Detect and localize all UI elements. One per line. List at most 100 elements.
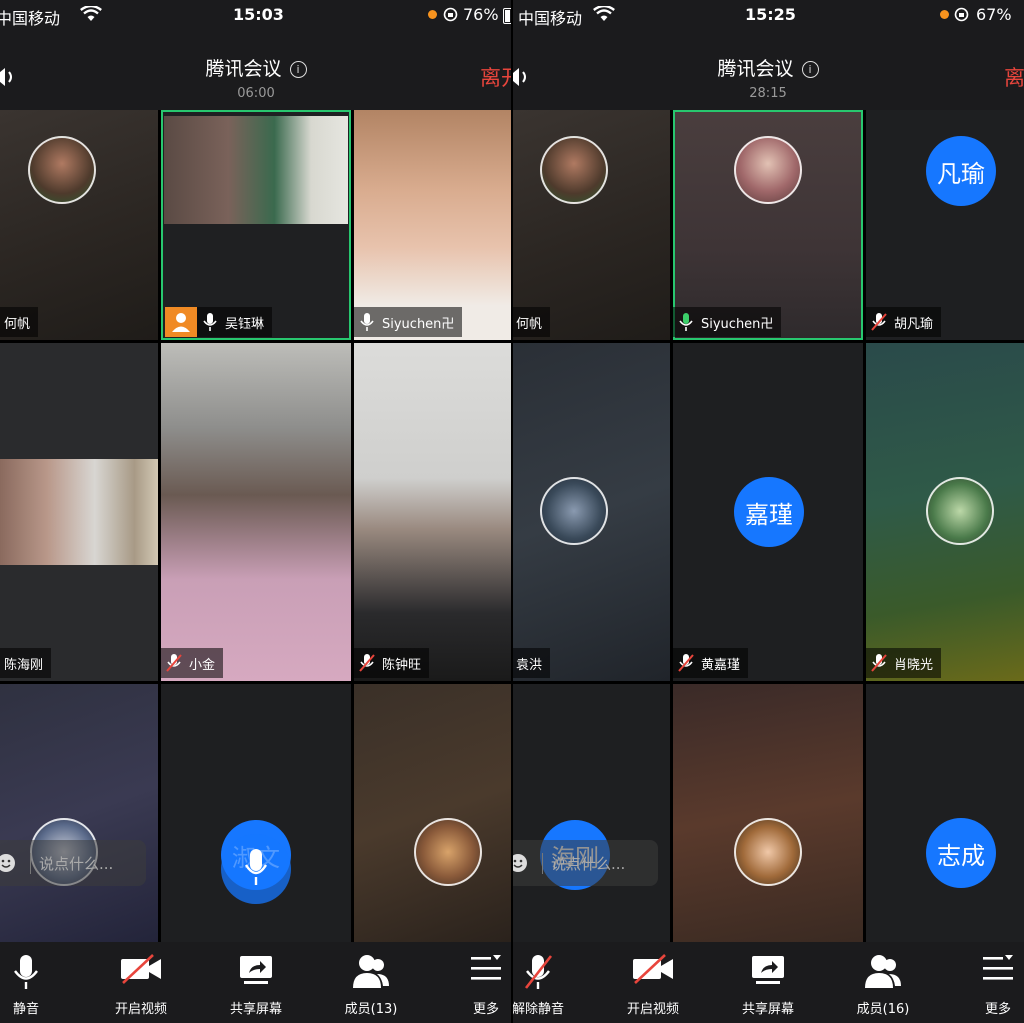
members-label: 成员(13) (344, 1002, 398, 1017)
participant-tile[interactable]: 凡瑜 胡凡瑜 (866, 110, 1024, 340)
share-screen-button[interactable]: 共享屏幕 (718, 942, 818, 1023)
participant-tile-active-speaker[interactable]: Siyuchen卍 (673, 110, 863, 340)
right-phone-screen: 中国移动 15:25 67% 腾讯会议 i 28:15 离开 何帆 (512, 0, 1024, 1023)
unmute-button[interactable]: 解除静音 (512, 942, 588, 1023)
participant-name: 陈钟旺 (382, 657, 422, 673)
participant-tile[interactable]: 陈钟旺 (354, 343, 512, 681)
participant-tile[interactable]: 海刚 (512, 684, 670, 942)
participant-name: 何帆 (516, 316, 543, 332)
more-button[interactable]: 更多 (436, 942, 512, 1023)
screenshot-divider (511, 0, 513, 1023)
participant-name-tag: 袁洪 (512, 648, 551, 678)
share-screen-button[interactable]: 共享屏幕 (206, 942, 306, 1023)
more-menu-icon (471, 955, 501, 980)
meeting-title: 腾讯会议 (717, 58, 794, 80)
more-button[interactable]: 更多 (948, 942, 1024, 1023)
meeting-title: 腾讯会议 (205, 58, 282, 80)
participant-tile[interactable]: 何帆 (512, 110, 670, 340)
video-feed (164, 116, 348, 224)
emoji-icon[interactable] (0, 853, 16, 873)
members-button[interactable]: 成员(16) (833, 942, 933, 1023)
mic-speaking-icon (679, 313, 693, 331)
start-video-button[interactable]: 开启视频 (603, 942, 703, 1023)
info-icon[interactable]: i (289, 61, 307, 78)
unmute-label: 解除静音 (512, 1002, 564, 1017)
participant-avatar (540, 477, 608, 545)
participant-text-avatar: 志成 (926, 818, 996, 888)
participant-name: 黄嘉瑾 (701, 657, 741, 673)
participant-name: 肖晓光 (894, 657, 934, 673)
participant-name-tag: 小金 (161, 648, 224, 678)
participant-tile[interactable]: 小金 (161, 343, 351, 681)
participant-tile[interactable]: 何帆 (0, 110, 158, 340)
participant-text-avatar: 嘉瑾 (734, 477, 804, 547)
rotation-lock-icon (954, 7, 969, 22)
participant-tile[interactable]: 嘉瑾 黄嘉瑾 (673, 343, 863, 681)
participant-name-tag: 陈钟旺 (354, 648, 430, 678)
participant-avatar (734, 818, 802, 886)
status-bar: 中国移动 15:03 76% (0, 0, 512, 32)
chat-placeholder: 说点什么... (542, 852, 625, 874)
participant-name-tag: 何帆 (0, 307, 39, 337)
mute-label: 静音 (12, 1002, 39, 1017)
more-label: 更多 (472, 1002, 499, 1017)
members-button[interactable]: 成员(13) (321, 942, 421, 1023)
participant-avatar (926, 477, 994, 545)
mute-button[interactable]: 静音 (0, 942, 76, 1023)
microphone-icon (14, 955, 38, 989)
host-badge-icon (165, 307, 197, 337)
participant-tile[interactable]: 陈海刚 (0, 343, 158, 681)
members-label: 成员(16) (856, 1002, 910, 1017)
participant-tile[interactable]: 肖晓光 (866, 343, 1024, 681)
video-grid: 何帆 吴钰琳 Siyuchen卍 陈海刚 小金 陈钟旺 说点什么... (0, 110, 512, 942)
floating-mic-button[interactable] (221, 834, 291, 904)
chat-placeholder: 说点什么... (30, 852, 113, 874)
participant-tile[interactable] (354, 684, 512, 942)
participant-tile[interactable]: 志成 (866, 684, 1024, 942)
participant-tile[interactable]: Siyuchen卍 (354, 110, 512, 340)
battery-percent: 67% (976, 5, 1012, 24)
video-feed (0, 459, 158, 565)
participant-name: Siyuchen卍 (701, 316, 774, 332)
participant-text-avatar: 凡瑜 (926, 136, 996, 206)
wifi-icon (593, 6, 615, 21)
left-phone-screen: 中国移动 15:03 76% 腾讯会议 i 06:00 离开 何帆 吴钰琳 Si… (0, 0, 512, 1023)
emoji-icon[interactable] (512, 853, 528, 873)
recording-dot-icon (428, 10, 437, 19)
participant-tile[interactable]: 袁洪 (512, 343, 670, 681)
participant-name: 小金 (189, 657, 216, 673)
chat-input[interactable]: 说点什么... (512, 840, 658, 886)
wifi-icon (80, 6, 102, 21)
participant-tile-active-speaker[interactable]: 吴钰琳 (161, 110, 351, 340)
participant-name: 袁洪 (516, 657, 543, 673)
mic-muted-icon (871, 313, 887, 331)
leave-button[interactable]: 离开 (1004, 62, 1024, 92)
start-video-button[interactable]: 开启视频 (91, 942, 191, 1023)
share-screen-icon (240, 956, 272, 984)
participant-name-tag: Siyuchen卍 (354, 307, 463, 337)
participant-name: Siyuchen卍 (382, 316, 455, 332)
recording-dot-icon (940, 10, 949, 19)
chat-input[interactable]: 说点什么... (0, 840, 146, 886)
more-label: 更多 (984, 1002, 1011, 1017)
meeting-title-row: 腾讯会议 i (512, 54, 1024, 81)
participant-tile[interactable] (673, 684, 863, 942)
participant-name-tag: 吴钰琳 (197, 307, 273, 337)
meeting-header: 腾讯会议 i 06:00 离开 (0, 32, 512, 110)
participant-avatar (734, 136, 802, 204)
share-screen-label: 共享屏幕 (741, 1002, 794, 1017)
leave-button[interactable]: 离开 (480, 62, 512, 92)
share-screen-label: 共享屏幕 (229, 1002, 282, 1017)
carrier-label: 中国移动 (518, 9, 583, 28)
video-grid: 何帆 Siyuchen卍 凡瑜 胡凡瑜 袁洪 嘉瑾 黄嘉瑾 肖晓光 志成 说点什… (512, 110, 1024, 942)
participant-name-tag: 胡凡瑜 (866, 307, 942, 337)
meeting-timer: 28:15 (749, 86, 787, 101)
participant-tile[interactable] (0, 684, 158, 942)
camera-off-icon (633, 954, 673, 984)
clock: 15:03 (233, 5, 284, 24)
mic-on-icon (203, 313, 217, 331)
info-icon[interactable]: i (801, 61, 819, 78)
participant-avatar (28, 136, 96, 204)
participant-name-tag: Siyuchen卍 (673, 307, 782, 337)
participant-name: 胡凡瑜 (894, 316, 934, 332)
